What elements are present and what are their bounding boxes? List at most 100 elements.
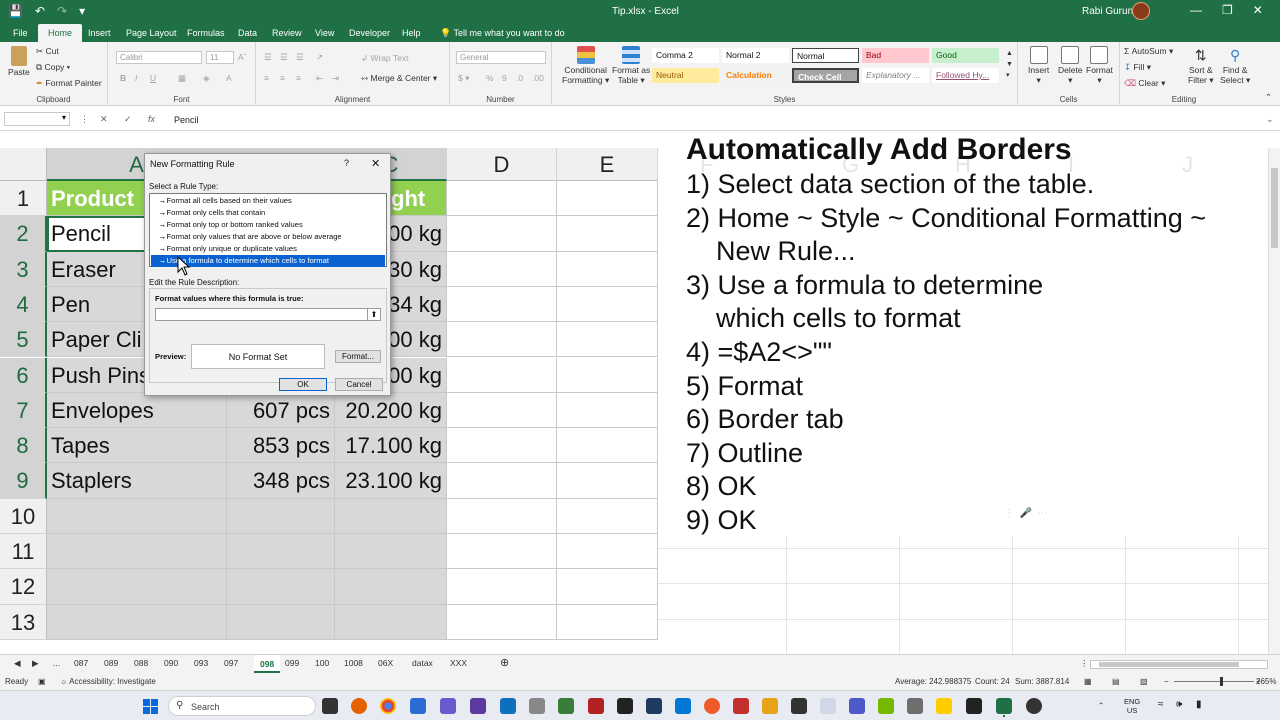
cell-b9[interactable]: 348 pcs — [227, 463, 335, 499]
next-sheet-icon[interactable]: ▶ — [32, 658, 39, 669]
cell-d5[interactable] — [447, 322, 557, 358]
merge-center-button[interactable]: ⇿ Merge & Center ▾ — [361, 73, 437, 84]
cell-c8[interactable]: 17.100 kg — [335, 428, 447, 464]
percent-icon[interactable]: % — [486, 73, 494, 83]
bottom-align-icon[interactable]: ☰ — [296, 52, 304, 63]
nvidia-icon[interactable] — [878, 698, 894, 714]
rule-type-item[interactable]: ⭢ Format only unique or duplicate values — [151, 243, 385, 255]
cell-d11[interactable] — [447, 534, 557, 570]
underline-icon[interactable]: U — [150, 73, 156, 83]
vscode-icon[interactable] — [675, 698, 691, 714]
tab-data[interactable]: Data — [238, 28, 257, 38]
tab-review[interactable]: Review — [272, 28, 302, 38]
cell-d9[interactable] — [447, 463, 557, 499]
horizontal-scrollbar[interactable] — [1090, 660, 1268, 669]
formula-content[interactable]: Pencil — [174, 115, 199, 125]
cell-style-5[interactable]: Neutral — [652, 68, 719, 83]
zoom-slider-thumb[interactable] — [1220, 677, 1223, 686]
sheet-tab[interactable]: XXX — [450, 658, 467, 668]
avatar[interactable] — [1132, 2, 1150, 20]
cell-style-4[interactable]: Good — [932, 48, 999, 63]
chrome-icon[interactable] — [380, 698, 396, 714]
cell-d10[interactable] — [447, 498, 557, 534]
task-view-icon[interactable] — [322, 698, 338, 714]
cell-style-1[interactable]: Normal 2 — [722, 48, 789, 63]
redo-icon[interactable]: ↷ — [57, 4, 67, 18]
cell-b8[interactable]: 853 pcs — [227, 428, 335, 464]
paste-button[interactable]: Paste — [8, 46, 30, 77]
cell-d12[interactable] — [447, 569, 557, 605]
excel-taskbar-icon[interactable] — [996, 698, 1012, 714]
format-button[interactable]: Format... — [335, 350, 381, 363]
cell-a13[interactable] — [47, 604, 227, 640]
app-v-icon[interactable] — [440, 698, 456, 714]
cell-a12[interactable] — [47, 569, 227, 605]
sort-filter-button[interactable]: ⇅ Sort & Filter ▾ — [1188, 46, 1214, 85]
windows-start-icon[interactable] — [143, 699, 158, 714]
cut-button[interactable]: ✂ Cut — [36, 46, 59, 57]
cell-e4[interactable] — [557, 286, 658, 323]
dialog-close-icon[interactable]: ✕ — [371, 157, 380, 170]
insert-cells-button[interactable]: Insert ▾ — [1028, 46, 1049, 86]
customize-qat-icon[interactable]: ▾ — [79, 4, 85, 18]
horizontal-scroll-thumb[interactable] — [1099, 662, 1239, 667]
sheet-tab[interactable]: 099 — [285, 658, 299, 668]
zoom-slider[interactable] — [1174, 681, 1254, 682]
column-header-e[interactable]: E — [557, 148, 658, 181]
italic-icon[interactable]: I — [135, 73, 137, 83]
cell-b12[interactable] — [227, 569, 335, 605]
cell-d3[interactable] — [447, 251, 557, 287]
sublime-icon[interactable] — [791, 698, 807, 714]
row-header-6[interactable]: 6 — [0, 357, 47, 393]
app-icon[interactable] — [646, 698, 662, 714]
tab-formulas[interactable]: Formulas — [187, 28, 225, 38]
row-header-11[interactable]: 11 — [0, 534, 47, 570]
snipping-icon[interactable] — [820, 698, 836, 714]
cell-e5[interactable] — [557, 322, 658, 358]
firefox-icon[interactable] — [351, 698, 367, 714]
font-name-combo[interactable]: Calibri — [116, 51, 202, 64]
sheet-tab[interactable]: 1008 — [344, 658, 363, 668]
sheet-tab[interactable]: 093 — [194, 658, 208, 668]
select-all-corner[interactable] — [0, 148, 47, 181]
collapse-dialog-icon[interactable]: ⬆ — [367, 309, 380, 320]
format-painter-button[interactable]: ✒ Format Painter — [36, 78, 102, 89]
autosum-button[interactable]: Σ AutoSum ▾ — [1124, 46, 1173, 57]
tab-view[interactable]: View — [315, 28, 334, 38]
clear-button[interactable]: ⌫ Clear ▾ — [1124, 78, 1165, 89]
row-header-3[interactable]: 3 — [0, 251, 47, 287]
row-header-1[interactable]: 1 — [0, 181, 47, 217]
add-sheet-icon[interactable]: ⊕ — [500, 656, 509, 669]
sheet-tab[interactable]: 088 — [134, 658, 148, 668]
vb-icon[interactable] — [470, 698, 486, 714]
cell-a7[interactable]: Envelopes — [47, 392, 227, 429]
accessibility-status[interactable]: ☼ Accessibility: Investigate — [60, 677, 156, 686]
copy-button[interactable]: ⧉ Copy ▾ — [36, 62, 70, 73]
cell-c13[interactable] — [335, 604, 447, 640]
user-name[interactable]: Rabi Gurung — [1082, 6, 1139, 17]
cell-e12[interactable] — [557, 569, 658, 605]
tab-developer[interactable]: Developer — [349, 28, 390, 38]
sheet-tab[interactable]: 06X — [378, 658, 393, 668]
sheet-tab[interactable]: 097 — [224, 658, 238, 668]
grow-font-icon[interactable]: Aˆ — [238, 52, 247, 62]
cell-e13[interactable] — [557, 604, 658, 640]
cell-style-9[interactable]: Followed Hy... — [932, 68, 999, 83]
vertical-scrollbar[interactable] — [1268, 148, 1280, 654]
row-header-10[interactable]: 10 — [0, 498, 47, 534]
cell-d13[interactable] — [447, 604, 557, 640]
cell-c9[interactable]: 23.100 kg — [335, 463, 447, 499]
cell-e9[interactable] — [557, 463, 658, 499]
cell-a10[interactable] — [47, 498, 227, 534]
tab-split-grip-icon[interactable]: ⋮ — [1080, 658, 1089, 669]
rule-type-item[interactable]: ⭢ Format only top or bottom ranked value… — [151, 219, 385, 231]
expand-formula-bar-icon[interactable]: ⌄ — [1266, 114, 1274, 125]
language-indicator[interactable]: ENG US — [1124, 697, 1140, 715]
ok-button[interactable]: OK — [279, 378, 327, 391]
cell-style-7[interactable]: Check Cell — [792, 68, 859, 83]
sheet-tab[interactable]: ... — [53, 658, 60, 668]
cell-d4[interactable] — [447, 286, 557, 323]
fill-button[interactable]: ↧ Fill ▾ — [1124, 62, 1151, 73]
cell-c10[interactable] — [335, 498, 447, 534]
rule-type-item[interactable]: ⭢ Format all cells based on their values — [151, 195, 385, 207]
